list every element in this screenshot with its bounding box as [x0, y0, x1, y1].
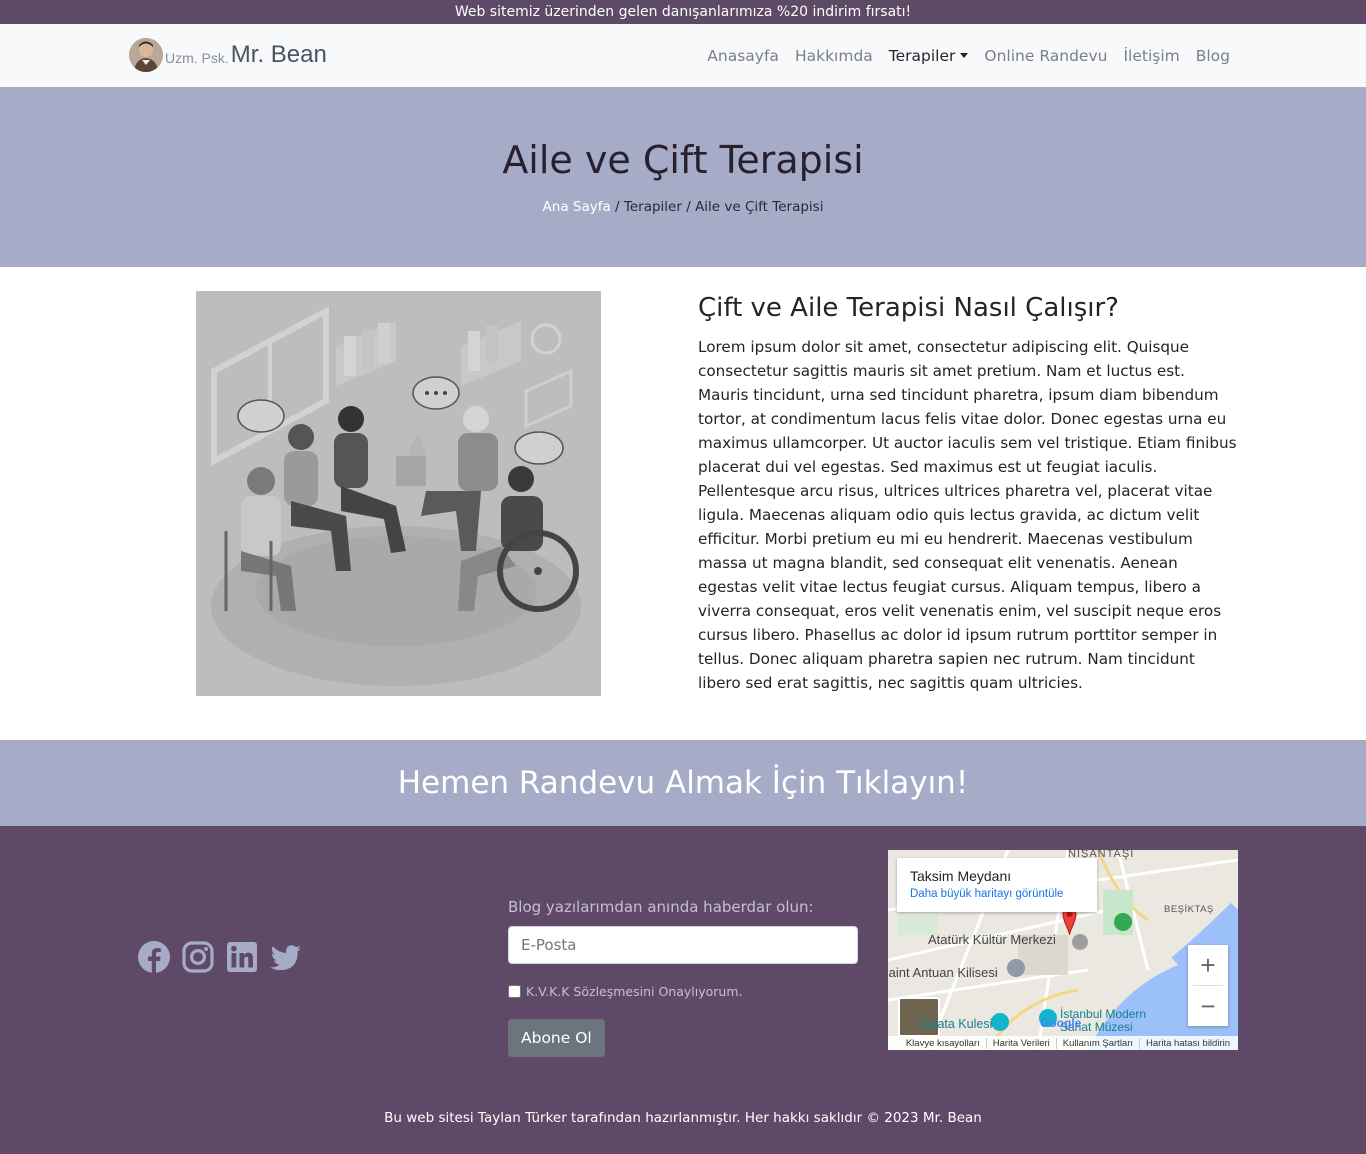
brand-name: Mr. Bean	[230, 41, 327, 68]
chevron-down-icon	[960, 52, 969, 58]
nav-item-terapiler-label: Terapiler	[888, 46, 956, 65]
map-larger-link[interactable]: Daha büyük haritayı görüntüle	[910, 888, 1084, 900]
map-label-akm: Atatürk Kültür Merkezi	[928, 932, 1056, 947]
navbar: Uzm. Psk. Mr. Bean Anasayfa Hakkımda Ter…	[0, 24, 1366, 87]
nav-item-iletisim[interactable]: İletişim	[1115, 47, 1187, 65]
map-zoom-controls: + −	[1188, 945, 1228, 1026]
newsletter-label: Blog yazılarımdan anında haberdar olun:	[508, 898, 814, 916]
social-links	[138, 941, 302, 973]
map-footer-terms[interactable]: Kullanım Şartları	[1055, 1037, 1139, 1049]
linkedin-icon[interactable]	[226, 941, 258, 973]
breadcrumb-separator: /	[610, 199, 624, 215]
nav-item-terapiler[interactable]: Terapiler	[881, 47, 977, 65]
facebook-icon[interactable]	[138, 941, 170, 973]
therapy-illustration	[196, 291, 601, 696]
article: Çift ve Aile Terapisi Nasıl Çalışır? Lor…	[698, 291, 1238, 695]
map-place-name: Taksim Meydanı	[910, 868, 1012, 884]
instagram-icon[interactable]	[182, 941, 214, 973]
nav-item-anasayfa[interactable]: Anasayfa	[699, 47, 787, 65]
article-body: Lorem ipsum dolor sit amet, consectetur …	[698, 338, 1237, 692]
promo-banner: Web sitemiz üzerinden gelen danışanlarım…	[0, 0, 1366, 24]
kvkk-checkbox[interactable]	[508, 985, 521, 998]
zoom-out-button[interactable]: −	[1188, 986, 1228, 1026]
nav-item-blog[interactable]: Blog	[1188, 47, 1238, 65]
article-heading: Çift ve Aile Terapisi Nasıl Çalışır?	[698, 293, 1119, 323]
brand-link[interactable]: Uzm. Psk. Mr. Bean	[129, 36, 327, 74]
subscribe-button[interactable]: Abone Ol	[508, 1019, 605, 1057]
newsletter-form: Blog yazılarımdan anında haberdar olun: …	[508, 898, 858, 1057]
google-logo: Google	[1040, 1016, 1082, 1030]
map-footer: Klavye kısayolları Harita Verileri Kulla…	[888, 1036, 1238, 1050]
appointment-link[interactable]: Hemen Randevu Almak İçin Tıklayın!	[398, 765, 969, 801]
kvkk-consent: K.V.K.K Sözleşmesini Onaylıyorum.	[508, 984, 858, 999]
footer: Blog yazılarımdan anında haberdar olun: …	[0, 826, 1366, 1154]
map-info-card: Taksim Meydanı Daha büyük haritayı görün…	[897, 858, 1097, 912]
kvkk-label: K.V.K.K Sözleşmesini Onaylıyorum.	[526, 984, 743, 999]
google-map[interactable]: NİŞANTAŞI BEŞİKTAŞ Atatürk Kültür Merkez…	[888, 850, 1238, 1050]
breadcrumb-home[interactable]: Ana Sayfa	[543, 199, 611, 215]
breadcrumb: Ana Sayfa / Terapiler / Aile ve Çift Ter…	[0, 199, 1366, 215]
main-nav: Anasayfa Hakkımda Terapiler Online Rande…	[699, 24, 1238, 87]
breadcrumb-parent[interactable]: Terapiler	[624, 199, 682, 215]
twitter-icon[interactable]	[270, 941, 302, 973]
cta-banner: Hemen Randevu Almak İçin Tıklayın!	[0, 740, 1366, 826]
page-title: Aile ve Çift Terapisi	[502, 138, 864, 182]
map-label-antuan: Saint Antuan Kilisesi	[888, 965, 998, 980]
map-label-besiktas: BEŞİKTAŞ	[1164, 904, 1214, 915]
map-footer-report[interactable]: Harita hatası bildirin	[1139, 1037, 1236, 1049]
map-footer-data[interactable]: Harita Verileri	[985, 1037, 1056, 1049]
breadcrumb-current: Aile ve Çift Terapisi	[695, 199, 824, 215]
email-field[interactable]	[508, 926, 858, 964]
page-header: Aile ve Çift Terapisi Ana Sayfa / Terapi…	[0, 87, 1366, 267]
brand-prefix: Uzm. Psk.	[165, 50, 229, 66]
promo-text: Web sitemiz üzerinden gelen danışanlarım…	[454, 4, 912, 20]
map-label-kulesi: Galata Kulesi	[918, 1017, 993, 1031]
breadcrumb-separator: /	[681, 199, 696, 215]
map-footer-keyboard[interactable]: Klavye kısayolları	[900, 1038, 986, 1049]
copyright: Bu web sitesi Taylan Türker tarafından h…	[384, 1110, 982, 1126]
nav-item-online-randevu[interactable]: Online Randevu	[976, 47, 1115, 65]
avatar	[129, 38, 163, 72]
nav-item-hakkimda[interactable]: Hakkımda	[787, 47, 881, 65]
zoom-in-button[interactable]: +	[1188, 945, 1228, 985]
